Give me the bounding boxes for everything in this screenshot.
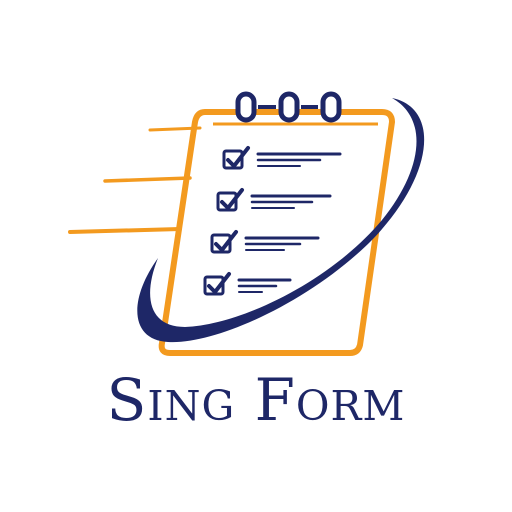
checklist-row-1 — [222, 146, 342, 170]
checklist — [203, 146, 342, 296]
checklist-row-2 — [216, 188, 332, 212]
binder-ring-3 — [320, 91, 342, 123]
brand-wordmark: Sing Form — [106, 366, 406, 434]
app-icon: Sing Form — [0, 0, 512, 512]
checklist-row-4 — [203, 272, 292, 296]
binder-rings — [235, 91, 342, 123]
clipboard — [158, 109, 395, 356]
binder-ring-1 — [235, 91, 257, 123]
speed-line-2 — [103, 176, 192, 183]
checklist-row-3 — [210, 230, 320, 254]
speed-line-3 — [68, 227, 182, 234]
clipboard-outline — [158, 109, 395, 356]
binder-ring-2 — [278, 91, 300, 123]
